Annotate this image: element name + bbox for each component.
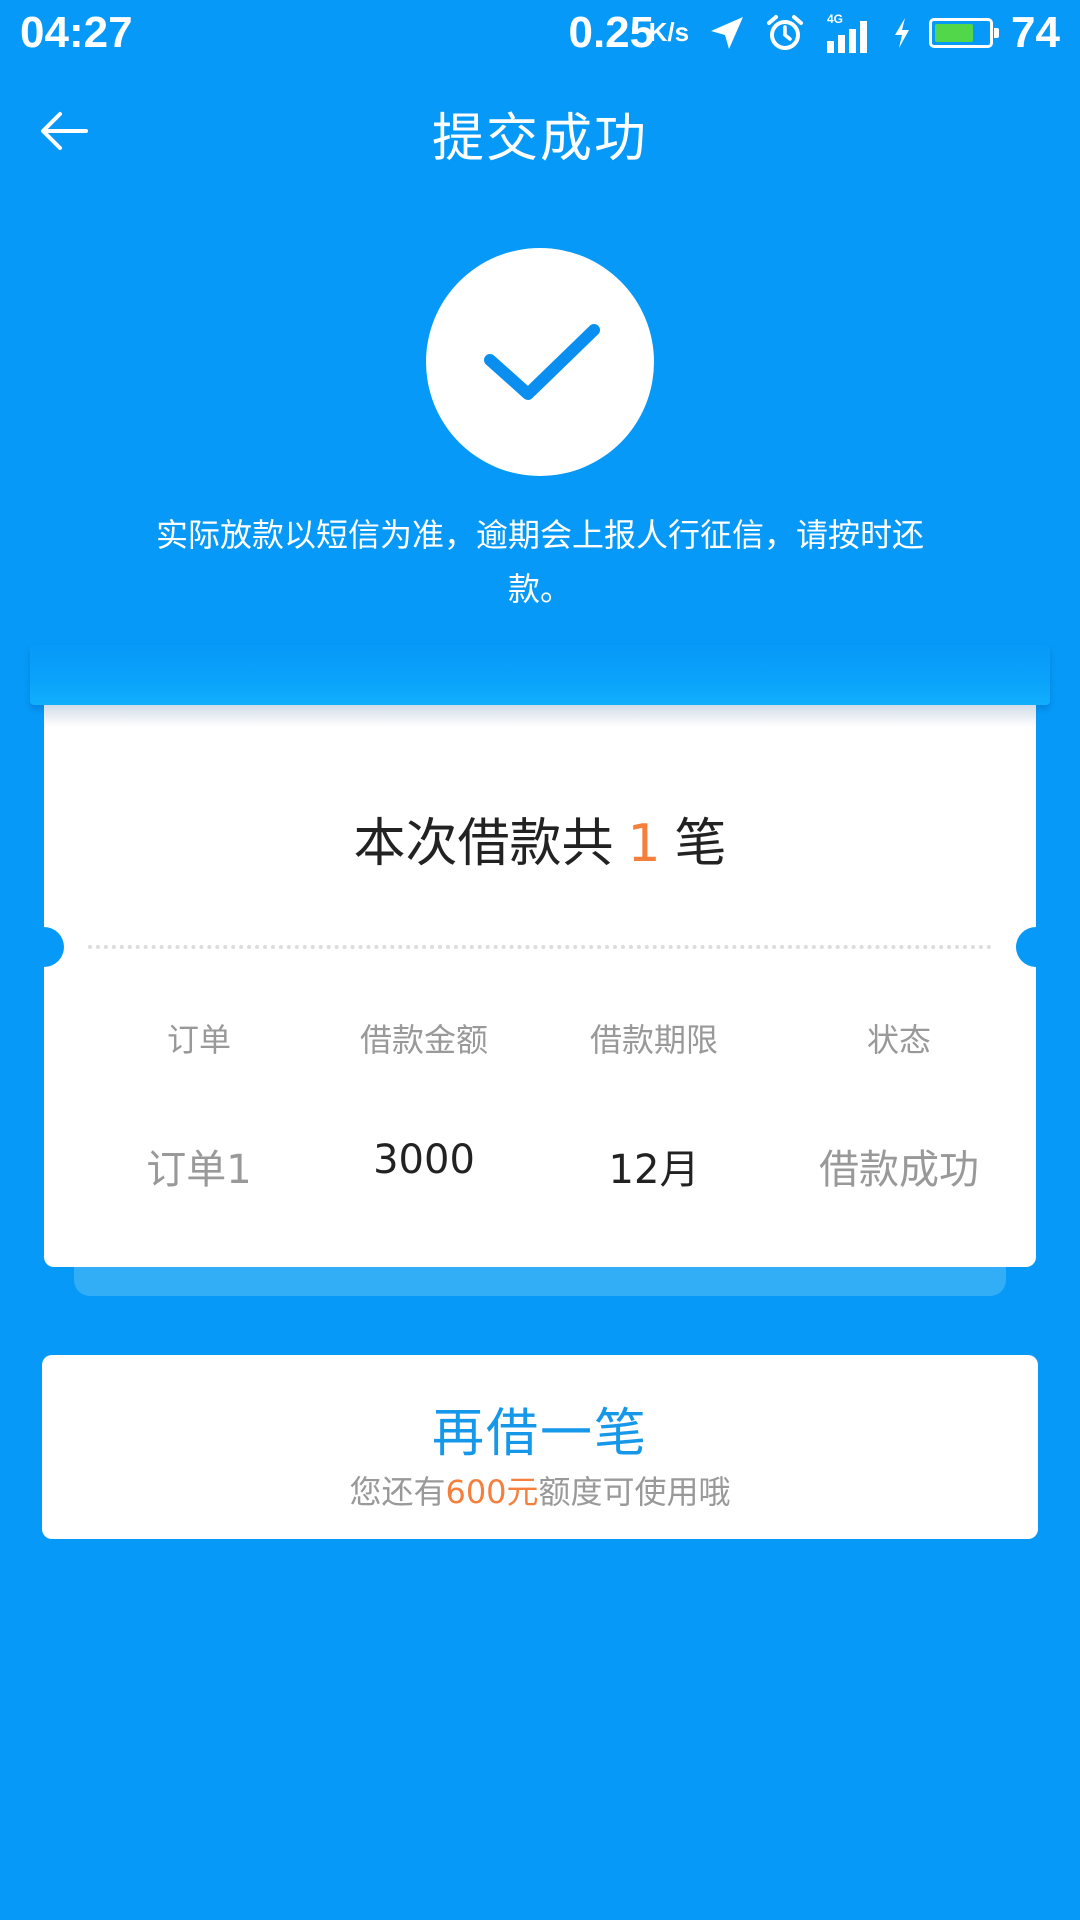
column-header-order: 订单 [166,1021,231,1059]
battery-level-text: 74 [1011,8,1060,57]
cell-term: 12月 [608,1147,700,1193]
ticket-notch-right [1016,927,1056,967]
ticket-slot [30,645,1050,705]
ticket-notch-left [24,927,64,967]
net-speed-group: 0.25 K/s [568,8,689,58]
network-type-label: 4G [827,12,843,26]
borrow-again-title: 再借一笔 [431,1404,648,1464]
charging-icon [895,18,910,48]
battery-fill [935,24,974,42]
net-speed-unit: K/s [648,17,690,47]
loan-summary-card: 本次借款共 1 笔 订单 借款金额 借款期限 状态 订单1 3000 12月 借款成… [24,705,1056,1267]
column-header-term: 借款期限 [589,1021,718,1059]
page-title: 提交成功 [431,109,648,169]
column-header-amount: 借款金额 [359,1021,488,1059]
loan-count: 1 [627,814,661,874]
checkmark-icon [484,324,600,400]
net-speed: 0.25 [568,8,655,57]
battery-icon [929,18,1000,48]
notice-text: 实际放款以短信为准，逾期会上报人行征信，请按时还款。 [155,516,924,608]
ticket-top-shade [44,705,1036,727]
alarm-icon [767,15,804,50]
cell-amount: 3000 [373,1137,475,1183]
cell-status: 借款成功 [819,1147,979,1193]
remaining-credit-text: 您还有600元额度可使用哦 [42,1467,1038,1513]
remaining-credit-prefix: 您还有 [349,1473,446,1511]
dashed-divider [88,945,992,949]
loan-count-suffix: 笔 [674,814,727,874]
status-bar: 04:27 0.25 K/s 4G 74 [0,0,1080,66]
status-time: 04:27 [20,8,133,57]
remaining-credit-amount: 600元 [445,1473,539,1511]
nav-bar: 提交成功 [0,66,1080,196]
loan-count-headline: 本次借款共 1 笔 [44,801,1036,876]
success-badge [426,248,654,476]
location-arrow-icon [711,17,744,49]
column-header-status: 状态 [866,1021,931,1059]
loan-count-prefix: 本次借款共 [353,814,614,874]
signal-4g-icon: 4G [827,12,868,53]
status-icons: 0.25 K/s 4G 74 [568,8,1060,58]
remaining-credit-suffix: 额度可使用哦 [538,1473,731,1511]
cell-order: 订单1 [146,1147,252,1193]
borrow-again-button[interactable]: 再借一笔 您还有600元额度可使用哦 [42,1355,1038,1539]
